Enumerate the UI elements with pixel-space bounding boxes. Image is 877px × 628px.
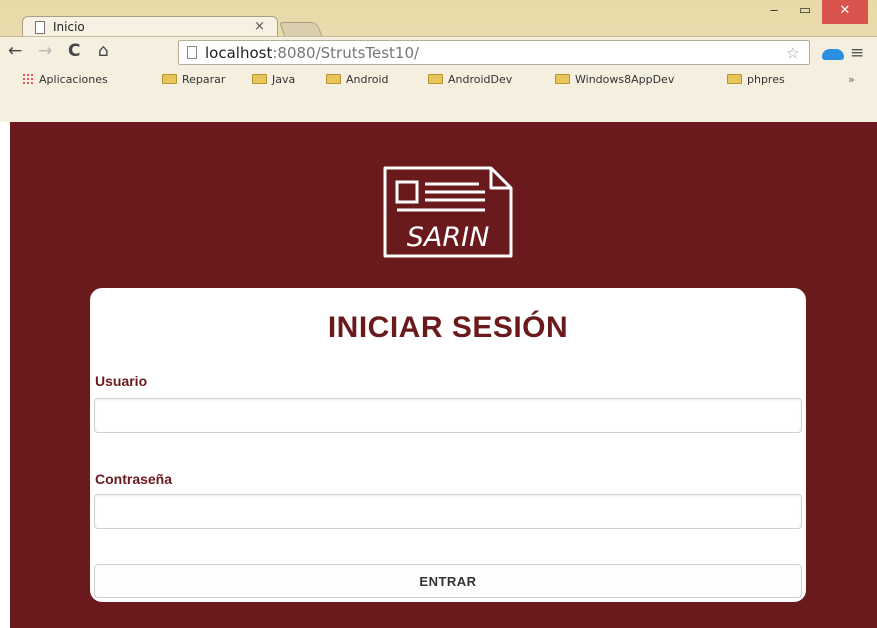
username-input[interactable] xyxy=(94,398,802,433)
menu-icon[interactable]: ≡ xyxy=(850,43,864,63)
maximize-button[interactable]: ▭ xyxy=(790,0,820,24)
tab-close-icon[interactable]: × xyxy=(254,19,265,34)
minimize-button[interactable]: ‒ xyxy=(760,0,788,24)
browser-toolbar: ← → C ⌂ localhost:8080/StrutsTest10/ ☆ ≡ xyxy=(0,36,877,68)
bookmark-label: Java xyxy=(272,73,296,86)
tab-title: Inicio xyxy=(53,20,85,34)
login-card: INICIAR SESIÓN Usuario Contraseña ENTRAR xyxy=(90,288,806,602)
bookmark-androiddev[interactable]: AndroidDev xyxy=(428,73,512,86)
sarin-logo: SARIN xyxy=(383,166,513,258)
page-icon xyxy=(187,46,197,59)
bookmark-reparar[interactable]: Reparar xyxy=(162,73,225,86)
close-window-button[interactable]: ✕ xyxy=(822,0,868,24)
reload-icon[interactable]: C xyxy=(68,41,80,61)
apps-grid-icon xyxy=(22,73,34,85)
folder-icon xyxy=(555,74,570,84)
bookmark-label: Reparar xyxy=(182,73,226,86)
folder-icon xyxy=(162,74,177,84)
url-host: localhost xyxy=(205,44,273,62)
password-input[interactable] xyxy=(94,494,802,529)
bookmarks-bar: Aplicaciones Reparar Java Android Androi… xyxy=(0,68,877,122)
title-bar: Inicio × ‒ ▭ ✕ xyxy=(0,0,877,38)
bookmark-android[interactable]: Android xyxy=(326,73,389,86)
bookmark-star-icon[interactable]: ☆ xyxy=(786,44,799,62)
bookmark-phpres[interactable]: phpres xyxy=(727,73,785,86)
bookmark-java[interactable]: Java xyxy=(252,73,295,86)
bookmark-aplicaciones[interactable]: Aplicaciones xyxy=(22,73,108,86)
bookmark-label: Android xyxy=(346,73,389,86)
login-title: INICIAR SESIÓN xyxy=(327,311,569,344)
login-submit-button[interactable]: ENTRAR xyxy=(94,564,802,598)
cloud-extension-icon[interactable] xyxy=(822,49,844,60)
folder-icon xyxy=(727,74,742,84)
page-icon xyxy=(35,21,45,34)
bookmark-label: AndroidDev xyxy=(448,73,513,86)
folder-icon xyxy=(428,74,443,84)
bookmark-label: Aplicaciones xyxy=(39,73,108,86)
browser-tab[interactable]: Inicio × xyxy=(22,16,278,38)
bookmarks-overflow-icon[interactable]: » xyxy=(848,73,855,86)
home-icon[interactable]: ⌂ xyxy=(98,41,109,61)
forward-arrow-icon[interactable]: → xyxy=(38,41,52,61)
browser-chrome: Inicio × ‒ ▭ ✕ ← → C ⌂ localhost:8080/St… xyxy=(0,0,877,122)
bookmark-windows8appdev[interactable]: Windows8AppDev xyxy=(555,73,674,86)
password-label: Contraseña xyxy=(95,471,173,487)
username-label: Usuario xyxy=(95,373,148,389)
url-text[interactable]: localhost:8080/StrutsTest10/ xyxy=(205,44,419,62)
folder-icon xyxy=(326,74,341,84)
page-content: SARIN INICIAR SESIÓN Usuario Contraseña … xyxy=(10,122,877,628)
bookmark-label: phpres xyxy=(747,73,785,86)
address-bar[interactable]: localhost:8080/StrutsTest10/ xyxy=(178,40,810,65)
folder-icon xyxy=(252,74,267,84)
back-arrow-icon[interactable]: ← xyxy=(8,41,22,61)
bookmark-label: Windows8AppDev xyxy=(575,73,675,86)
url-path: :8080/StrutsTest10/ xyxy=(272,44,420,62)
svg-text:SARIN: SARIN xyxy=(407,222,490,253)
